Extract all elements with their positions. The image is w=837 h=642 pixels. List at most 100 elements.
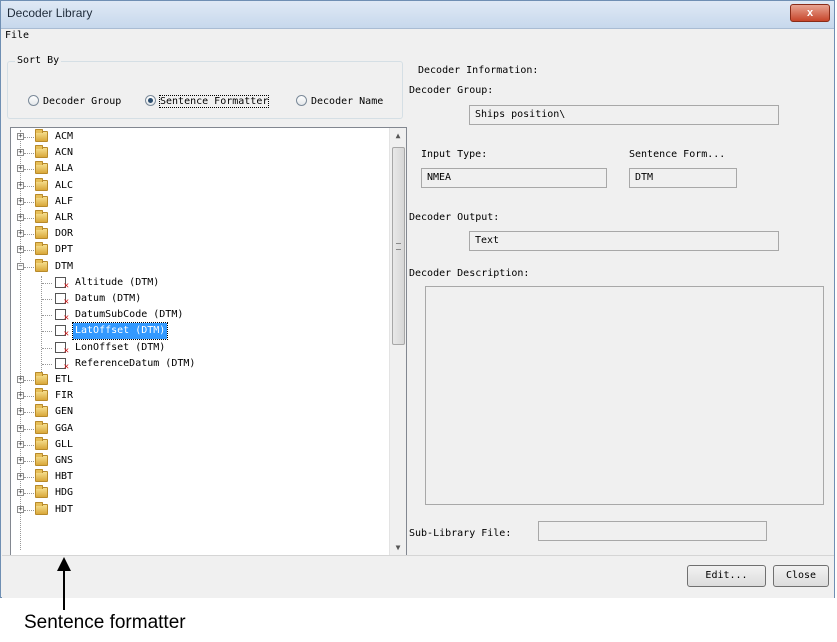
- decoder-output-label: Decoder Output:: [409, 212, 500, 223]
- tree-decoder-item[interactable]: ReferenceDatum (DTM): [11, 356, 381, 372]
- tree-folder-label: GNS: [55, 455, 74, 466]
- decoder-tree[interactable]: + ACM + ACN + ALA + ALC + ALF + ALR + DOR + DPT − DTMAlti…: [10, 127, 407, 557]
- tree-folder-item[interactable]: + ALR: [11, 210, 381, 226]
- menu-bar: File: [1, 29, 834, 44]
- radio-label: Sentence Formatter: [158, 95, 270, 108]
- folder-icon: [35, 453, 48, 466]
- tree-line: [42, 282, 52, 284]
- radio-decoder-name[interactable]: Decoder Name: [296, 95, 383, 107]
- folder-icon: [35, 129, 48, 142]
- tree-folder-item[interactable]: + ACN: [11, 145, 381, 161]
- tree-line: [42, 331, 52, 333]
- expand-icon[interactable]: +: [17, 181, 24, 189]
- decoder-group-field[interactable]: Ships position\: [469, 105, 779, 125]
- expand-icon[interactable]: +: [17, 505, 24, 513]
- tree-folder-label: ACN: [55, 147, 74, 159]
- expand-icon[interactable]: +: [17, 197, 24, 205]
- folder-icon: [35, 145, 48, 159]
- expand-icon[interactable]: +: [17, 440, 24, 448]
- tree-folder-label: DPT: [55, 244, 74, 256]
- tree-line: [42, 315, 52, 317]
- scroll-thumb[interactable]: [392, 147, 405, 345]
- tree-decoder-label: DatumSubCode (DTM): [75, 309, 184, 321]
- radio-sentence-formatter[interactable]: Sentence Formatter: [145, 95, 270, 108]
- radio-decoder-group[interactable]: Decoder Group: [28, 95, 121, 107]
- tree-folder-label: DOR: [55, 228, 74, 240]
- collapse-icon[interactable]: −: [17, 262, 24, 270]
- sub-library-file-label: Sub-Library File:: [409, 528, 512, 539]
- window-title: Decoder Library: [7, 6, 93, 20]
- close-button[interactable]: Close: [773, 565, 829, 587]
- tree-folder-item[interactable]: + GLL: [11, 436, 381, 453]
- tree-line: [24, 477, 34, 479]
- expand-icon[interactable]: +: [17, 165, 24, 173]
- tree-line: [24, 461, 34, 462]
- expand-icon[interactable]: +: [17, 473, 24, 481]
- radio-icon: [296, 95, 307, 106]
- tree-decoder-item[interactable]: LonOffset (DTM): [11, 340, 381, 356]
- decoder-description-field[interactable]: [425, 286, 824, 505]
- radio-label: Decoder Group: [43, 96, 122, 107]
- tree-folder-item[interactable]: + ETL: [11, 372, 381, 388]
- tree-folder-item[interactable]: − DTM: [11, 258, 381, 275]
- expand-icon[interactable]: +: [17, 133, 24, 140]
- tree-folder-item[interactable]: + ACM: [11, 129, 381, 145]
- scroll-up-arrow-icon[interactable]: ▲: [390, 128, 406, 144]
- tree-folder-item[interactable]: + HDT: [11, 501, 381, 518]
- tree-folder-label: HDT: [55, 503, 74, 515]
- scroll-down-arrow-icon[interactable]: ▼: [390, 540, 406, 556]
- tree-folder-item[interactable]: + GNS: [11, 453, 381, 469]
- sub-library-file-field[interactable]: [538, 521, 767, 541]
- folder-icon: [35, 210, 48, 223]
- tree-folder-label: DTM: [55, 260, 74, 272]
- folder-icon: [35, 485, 48, 499]
- tree-line: [24, 428, 34, 430]
- tree-decoder-item[interactable]: Datum (DTM): [11, 291, 381, 307]
- tree-decoder-item[interactable]: LatOffset (DTM): [11, 322, 381, 341]
- input-type-field[interactable]: NMEA: [421, 168, 607, 188]
- expand-icon[interactable]: +: [17, 246, 24, 254]
- expand-icon[interactable]: +: [17, 214, 24, 221]
- folder-icon: [35, 404, 48, 418]
- tree-folder-item[interactable]: + GEN: [11, 404, 381, 420]
- tree-folder-item[interactable]: + GGA: [11, 420, 381, 437]
- tree-folder-item[interactable]: + ALF: [11, 193, 381, 210]
- tree-line: [24, 153, 34, 155]
- folder-icon: [35, 242, 48, 256]
- decoder-description-label: Decoder Description:: [409, 268, 530, 279]
- tree-decoder-item[interactable]: Altitude (DTM): [11, 275, 381, 291]
- expand-icon[interactable]: +: [17, 408, 24, 416]
- tree-folder-item[interactable]: + HDG: [11, 485, 381, 501]
- tree-folder-label: ALR: [55, 212, 74, 223]
- decoder-icon: [55, 276, 69, 291]
- tree-folder-item[interactable]: + HBT: [11, 469, 381, 485]
- tree-folder-label: ALA: [55, 163, 74, 175]
- tree-folder-label: FIR: [55, 390, 74, 402]
- expand-icon[interactable]: +: [17, 457, 24, 464]
- expand-icon[interactable]: +: [17, 392, 24, 400]
- radio-label: Decoder Name: [311, 96, 384, 107]
- tree-folder-item[interactable]: + ALA: [11, 161, 381, 177]
- tree-folder-label: ALF: [55, 195, 74, 207]
- tree-line: [24, 509, 34, 511]
- tree-folder-item[interactable]: + DOR: [11, 226, 381, 242]
- tree-line: [24, 137, 34, 138]
- sentence-form-field[interactable]: DTM: [629, 168, 737, 188]
- expand-icon[interactable]: +: [17, 489, 24, 497]
- menu-file[interactable]: File: [5, 30, 29, 41]
- close-window-button[interactable]: x: [790, 4, 830, 22]
- tree-scrollbar[interactable]: ▲ ▼: [389, 128, 406, 556]
- tree-folder-item[interactable]: + DPT: [11, 242, 381, 258]
- tree-folder-item[interactable]: + FIR: [11, 388, 381, 404]
- expand-icon[interactable]: +: [17, 149, 24, 157]
- tree-folder-item[interactable]: + ALC: [11, 177, 381, 194]
- tree-decoder-label: Datum (DTM): [75, 293, 142, 304]
- tree-decoder-label: LatOffset (DTM): [71, 322, 169, 341]
- edit-button[interactable]: Edit...: [687, 565, 766, 587]
- expand-icon[interactable]: +: [17, 376, 24, 383]
- expand-icon[interactable]: +: [17, 424, 24, 432]
- decoder-output-field[interactable]: Text: [469, 231, 779, 251]
- decoder-icon: [55, 325, 69, 339]
- tree-decoder-item[interactable]: DatumSubCode (DTM): [11, 307, 381, 323]
- expand-icon[interactable]: +: [17, 230, 24, 238]
